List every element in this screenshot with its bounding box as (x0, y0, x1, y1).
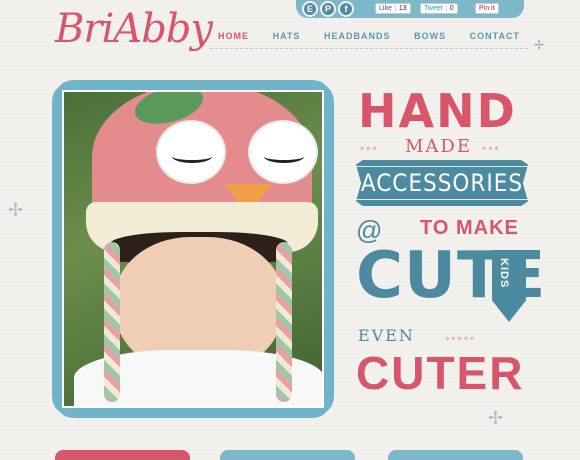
pinterest-icon[interactable]: P (320, 1, 336, 17)
facebook-icon[interactable]: f (338, 1, 354, 17)
nav-home[interactable]: HOME (210, 31, 257, 41)
tweet-button[interactable]: Tweet 0 (420, 3, 458, 14)
facebook-like-button[interactable]: Like 13 (375, 3, 411, 14)
hero-line-even: EVEN (358, 326, 415, 345)
like-count: 13 (394, 5, 407, 12)
dots-decoration: ◦◦◦ (360, 141, 379, 155)
accessories-banner: ACCESSORIES (356, 160, 528, 206)
bottom-tab-right (388, 450, 523, 460)
dragonfly-icon: ✢ (8, 200, 24, 220)
bottom-tab-left (55, 450, 190, 460)
nav-headbands[interactable]: HEADBANDS (316, 31, 399, 41)
hero-line-to-make: TO MAKE (420, 217, 519, 239)
hero-line-cuter: CUTER (356, 347, 525, 399)
hero-photo (62, 90, 324, 408)
nav-contact[interactable]: CONTACT (462, 31, 528, 41)
hero-line-kids: KIDS (498, 258, 510, 289)
etsy-icon[interactable]: E (302, 1, 318, 17)
hero-line-made: MADE (405, 136, 473, 157)
bottom-tab-middle (220, 450, 355, 460)
pin-it-button[interactable]: Pin it (475, 3, 499, 14)
dots-decoration: ◦◦◦ (482, 141, 501, 155)
pin-it-label: Pin it (479, 5, 495, 12)
main-nav: HOME HATS HEADBANDS BOWS CONTACT (210, 31, 528, 49)
nav-bows[interactable]: BOWS (406, 31, 454, 41)
hero-line-hand: HAND (358, 84, 517, 138)
tweet-label: Tweet (424, 5, 443, 12)
like-label: Like (379, 5, 392, 12)
owl-eye-right (248, 120, 318, 184)
nav-hats[interactable]: HATS (265, 31, 309, 41)
dragonfly-icon: ✢ (534, 38, 545, 52)
tweet-count: 0 (445, 5, 454, 12)
dots-decoration: ◦◦◦◦◦ (445, 331, 477, 345)
hero-line-accessories: ACCESSORIES (356, 166, 528, 200)
site-logo[interactable]: BriAbby (55, 6, 213, 52)
dragonfly-icon: ✢ (488, 408, 504, 428)
hat-braid-right (276, 242, 292, 402)
owl-eye-left (156, 120, 226, 184)
hat-braid-left (104, 242, 120, 402)
